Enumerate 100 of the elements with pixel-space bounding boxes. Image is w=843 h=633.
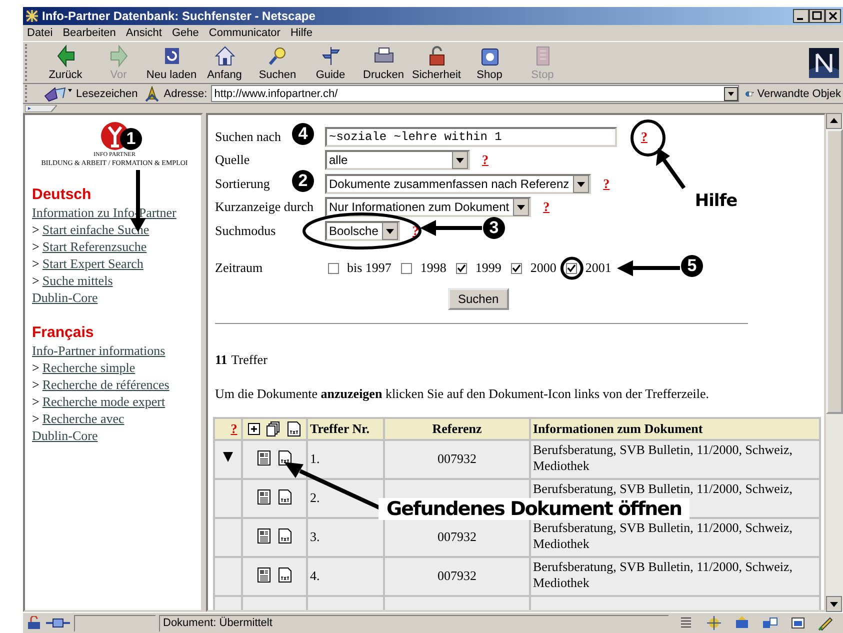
sun-icon[interactable] xyxy=(706,615,722,631)
sidebar-link[interactable]: Dublin-Core xyxy=(32,427,98,444)
bookmarks-button[interactable]: Lesezeichen xyxy=(41,86,140,102)
text-file-icon[interactable] xyxy=(286,421,302,437)
sidebar-link[interactable]: Recherche mode expert xyxy=(42,393,166,410)
expanded-marker-icon[interactable] xyxy=(223,451,233,463)
scroll-thumb[interactable] xyxy=(826,129,843,414)
field-label: Suchmodus xyxy=(215,222,276,238)
sidebar-link[interactable]: Start Expert Search xyxy=(42,255,144,272)
menu-item[interactable]: Bearbeiten xyxy=(62,27,116,39)
scroll-up-icon[interactable] xyxy=(826,113,842,129)
toolbar-button[interactable]: Guide xyxy=(304,42,357,82)
section-heading: Français xyxy=(32,324,95,342)
toolbar-button[interactable]: Neu laden xyxy=(145,42,198,82)
dropdown[interactable]: alle xyxy=(325,150,470,170)
dropdown[interactable]: Nur Informationen zum Dokument xyxy=(325,197,532,218)
checkbox[interactable] xyxy=(566,262,578,274)
callout-arrow xyxy=(420,220,482,236)
sidebar-link[interactable]: Recherche de références xyxy=(42,376,170,393)
toolbar-button[interactable]: Anfang xyxy=(198,42,251,82)
house-icon xyxy=(212,44,236,68)
checkbox[interactable] xyxy=(456,262,468,274)
menu-item[interactable]: Hilfe xyxy=(290,27,312,39)
toolbar-button[interactable]: Drucken xyxy=(357,42,410,82)
toolbar-button[interactable]: Sicherheit xyxy=(410,42,463,82)
collapse-tab[interactable] xyxy=(25,105,57,112)
help-link[interactable]: ? xyxy=(641,128,648,145)
connection-icon[interactable] xyxy=(45,616,71,630)
sidebar-link[interactable]: Recherche avec xyxy=(42,410,124,427)
netscape-logo xyxy=(809,48,839,78)
table-cell: Berufsberatung, SVB Bulletin, 11/2000, Schweiz, Mediothek xyxy=(531,441,819,478)
sidebar-link[interactable]: Recherche simple xyxy=(42,359,136,376)
hit-count-label: Treffer xyxy=(231,352,268,368)
minimize-icon[interactable] xyxy=(793,9,809,23)
padlock-icon[interactable] xyxy=(26,616,42,630)
checkbox-label: 1999 xyxy=(475,260,502,276)
help-link[interactable]: ? xyxy=(543,199,550,216)
link-marker: > xyxy=(32,359,40,376)
maximize-icon[interactable] xyxy=(809,9,825,23)
table-cell: 1. xyxy=(308,441,383,478)
toolbar-button[interactable]: Shop xyxy=(463,42,516,82)
help-link[interactable]: ? xyxy=(603,176,610,192)
highlight-ring xyxy=(560,256,584,280)
menu-item[interactable]: Communicator xyxy=(208,27,280,39)
help-link[interactable]: ? xyxy=(482,152,488,168)
link-marker: > xyxy=(32,255,40,272)
sidebar-link[interactable]: Start Referenzsuche xyxy=(42,238,147,255)
sidebar-link[interactable]: Dublin-Core xyxy=(32,289,98,306)
checkbox[interactable] xyxy=(401,262,412,274)
document-icon[interactable] xyxy=(256,567,272,583)
link-marker: > xyxy=(32,410,40,427)
bookmark-icon xyxy=(43,86,73,102)
menu-item[interactable]: Datei xyxy=(27,27,53,39)
address-field[interactable]: http://www.infopartner.ch/ xyxy=(211,85,739,102)
checkbox-label: 2000 xyxy=(530,260,556,276)
checkbox-label: 2001 xyxy=(585,260,612,276)
related-button[interactable]: Verwandte Objek xyxy=(743,86,843,102)
checkbox-label: 1998 xyxy=(420,260,446,276)
column-header: Treffer Nr. xyxy=(308,419,383,439)
copy-icon[interactable] xyxy=(264,421,280,437)
callout-arrow xyxy=(617,260,680,276)
column-header: Referenz xyxy=(385,419,529,439)
scroll-down-icon[interactable] xyxy=(826,596,842,612)
pen-icon[interactable] xyxy=(818,615,834,631)
monitor-icon[interactable] xyxy=(790,615,806,631)
table-cell: 3. xyxy=(308,519,383,556)
netscape-icon xyxy=(25,9,39,23)
document-icon[interactable] xyxy=(256,450,272,466)
search-button[interactable]: Suchen xyxy=(448,288,509,310)
link-marker: > xyxy=(32,238,40,255)
checkbox[interactable] xyxy=(511,262,522,274)
menu-item[interactable]: Ansicht xyxy=(126,27,162,39)
expand-all-icon[interactable] xyxy=(248,423,260,435)
search-field[interactable]: ~soziale ~lehre within 1 xyxy=(325,126,617,147)
callout-label: Hilfe xyxy=(694,191,738,211)
document-icon[interactable] xyxy=(256,528,272,544)
close-icon[interactable] xyxy=(825,9,841,23)
text-file-icon[interactable] xyxy=(277,489,293,505)
checkbox[interactable] xyxy=(328,262,339,274)
table-cell: 007932 xyxy=(385,441,529,478)
text-file-icon[interactable] xyxy=(277,528,293,544)
status-text: Dokument: Übermittelt xyxy=(159,614,669,632)
toolbar-button[interactable]: Zurück xyxy=(39,42,92,82)
sidebar-link[interactable]: Suche mittels xyxy=(42,272,113,289)
dropdown[interactable]: Boolsche xyxy=(325,220,400,241)
sidebar-link[interactable]: Info-Partner informations xyxy=(32,342,166,359)
window-icon[interactable] xyxy=(762,615,778,631)
scrollbar[interactable] xyxy=(826,113,843,612)
section-heading: Deutsch xyxy=(32,186,92,204)
field-label: Sortierung xyxy=(215,176,270,191)
field-label: Kurzanzeige durch xyxy=(215,199,314,214)
menu-item[interactable]: Gehe xyxy=(172,27,199,39)
dropdown[interactable]: Dokumente zusammenfassen nach Referenz xyxy=(325,174,592,194)
text-file-icon[interactable] xyxy=(277,567,293,583)
column-header: Informationen zum Dokument xyxy=(531,419,819,439)
mail-icon[interactable] xyxy=(734,615,750,631)
text-file-icon[interactable] xyxy=(277,450,293,466)
callout-arrow xyxy=(656,148,686,190)
document-icon[interactable] xyxy=(256,489,272,505)
toolbar-button[interactable]: Suchen xyxy=(251,42,304,82)
